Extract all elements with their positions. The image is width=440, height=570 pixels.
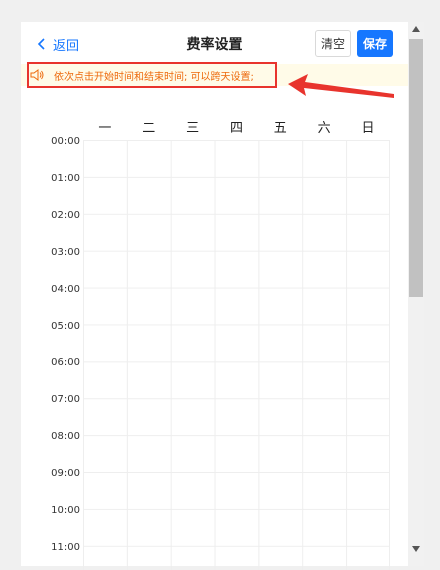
weekday-label: 三 — [186, 121, 200, 136]
weekday-label: 二 — [142, 121, 156, 136]
vertical-scrollbar[interactable] — [408, 22, 424, 566]
scroll-thumb[interactable] — [409, 39, 423, 297]
time-label: 02:00 — [51, 209, 80, 221]
time-label: 00:00 — [51, 136, 80, 147]
time-label: 01:00 — [51, 172, 80, 184]
time-label: 03:00 — [51, 246, 80, 258]
weekday-header: 一二三四五六日 — [83, 117, 390, 136]
time-label: 04:00 — [51, 283, 80, 295]
time-column: 00:00 01:00 02:00 03:00 04:00 05:00 06:00 07:00… — [30, 0, 80, 566]
weekday-label: 四 — [229, 121, 243, 136]
time-label: 06:00 — [51, 357, 80, 369]
weekday-label: 日 — [361, 121, 375, 136]
triangle-up-icon — [412, 26, 420, 32]
weekday-label: 六 — [317, 121, 331, 136]
weekday-label: 一 — [98, 121, 112, 136]
time-label: 05:00 — [51, 320, 80, 332]
time-label: 07:00 — [51, 394, 80, 406]
clear-button[interactable]: 清空 — [315, 30, 351, 57]
time-label: 08:00 — [51, 431, 80, 443]
scroll-down-arrow[interactable] — [408, 542, 424, 556]
schedule-grid[interactable] — [83, 140, 390, 570]
notice-text: 依次点击开始时间和结束时间; 可以跨天设置; — [54, 72, 254, 83]
triangle-down-icon — [412, 546, 420, 552]
scroll-up-arrow[interactable] — [408, 22, 424, 36]
save-button[interactable]: 保存 — [357, 30, 393, 57]
weekday-label: 五 — [273, 121, 287, 136]
time-label: 11:00 — [51, 541, 80, 553]
time-label: 10:00 — [51, 505, 80, 516]
time-label: 09:00 — [51, 468, 80, 480]
